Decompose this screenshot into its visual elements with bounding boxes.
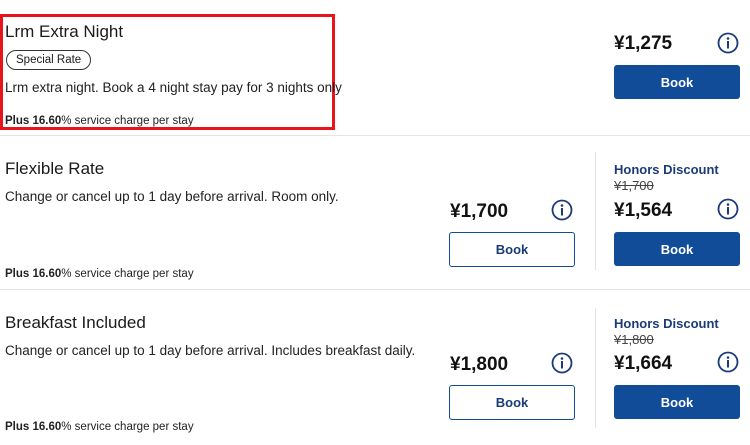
honors-book-button[interactable]: Book [614, 385, 740, 419]
service-charge-amount: Plus 16.60 [5, 115, 62, 127]
book-button[interactable]: Book [449, 385, 575, 420]
rate-description: Change or cancel up to 1 day before arri… [5, 189, 339, 204]
rate-row-flexible-rate: Flexible Rate Change or cancel up to 1 d… [0, 136, 750, 289]
service-charge-note: Plus 16.60% service charge per stay [5, 421, 194, 433]
column-divider [595, 152, 596, 270]
rate-price: ¥1,700 [450, 201, 509, 222]
info-icon[interactable] [717, 351, 739, 373]
rate-price: ¥1,800 [450, 354, 509, 375]
honors-price: ¥1,564 [614, 200, 673, 221]
special-rate-badge: Special Rate [6, 50, 92, 70]
info-icon[interactable] [551, 352, 573, 374]
rate-row-lrm-extra-night: Lrm Extra Night Special Rate Lrm extra n… [0, 0, 750, 135]
service-charge-amount: Plus 16.60 [5, 268, 62, 280]
original-price: ¥1,700 [614, 178, 654, 193]
info-icon[interactable] [551, 199, 573, 221]
book-button[interactable]: Book [614, 65, 740, 99]
info-icon[interactable] [717, 32, 739, 54]
service-charge-note: Plus 16.60% service charge per stay [5, 115, 194, 127]
honors-discount-label: Honors Discount [614, 316, 719, 331]
column-divider [595, 308, 596, 428]
honors-price: ¥1,664 [614, 353, 673, 374]
book-button[interactable]: Book [449, 232, 575, 267]
rate-description: Change or cancel up to 1 day before arri… [5, 343, 416, 358]
rate-row-breakfast-included: Breakfast Included Change or cancel up t… [0, 290, 750, 445]
info-icon[interactable] [717, 198, 739, 220]
service-charge-text: % service charge per stay [61, 268, 194, 280]
rate-title: Breakfast Included [5, 313, 146, 332]
honors-book-button[interactable]: Book [614, 232, 740, 266]
service-charge-text: % service charge per stay [61, 115, 194, 127]
rate-price: ¥1,275 [614, 33, 673, 54]
honors-discount-label: Honors Discount [614, 162, 719, 177]
service-charge-amount: Plus 16.60 [5, 421, 62, 433]
service-charge-text: % service charge per stay [61, 421, 194, 433]
rate-title: Flexible Rate [5, 159, 105, 178]
rate-title: Lrm Extra Night [5, 22, 124, 41]
service-charge-note: Plus 16.60% service charge per stay [5, 268, 194, 280]
original-price: ¥1,800 [614, 332, 654, 347]
rate-description: Lrm extra night. Book a 4 night stay pay… [5, 80, 342, 95]
